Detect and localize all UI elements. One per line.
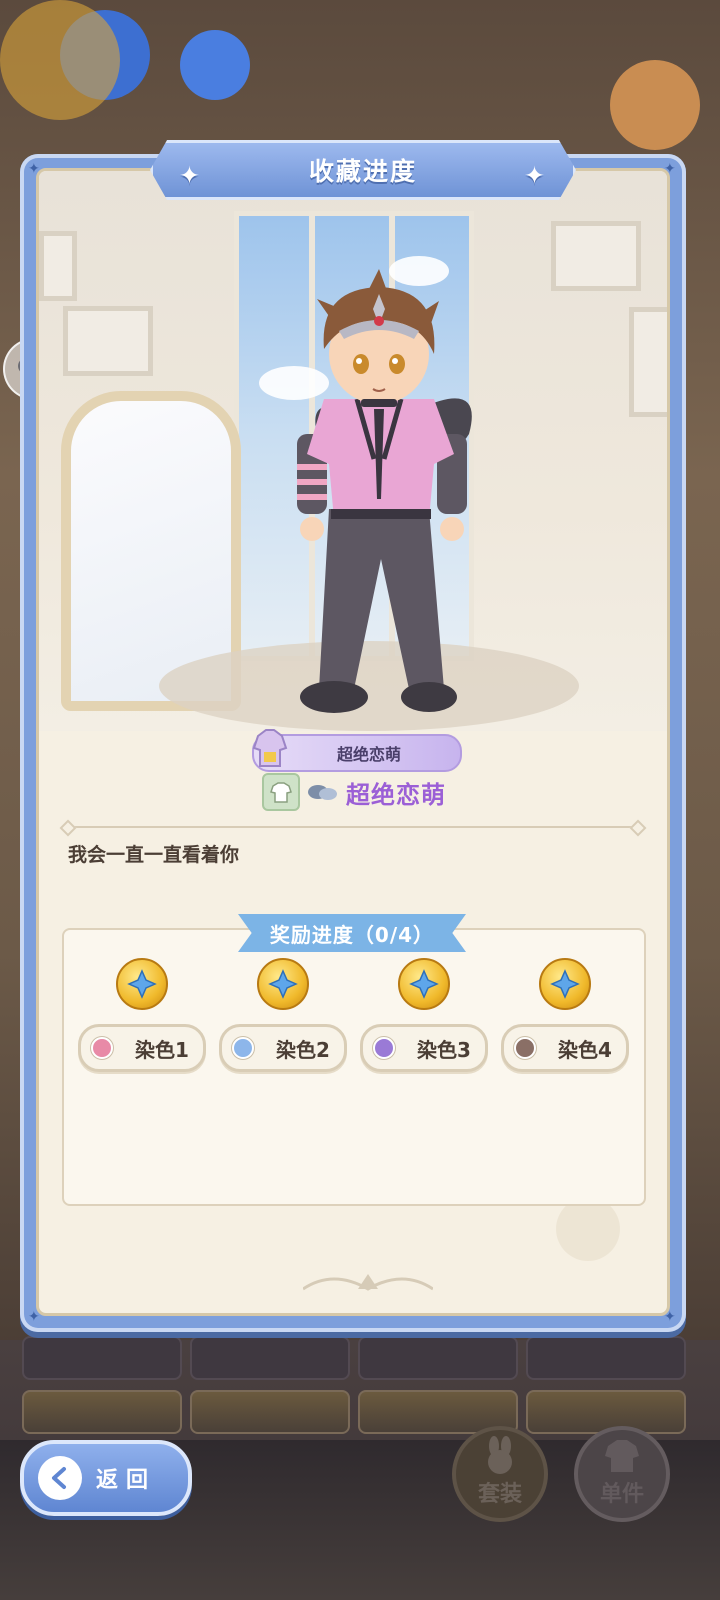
reward-item[interactable]: 染色1 xyxy=(78,958,206,1072)
back-button[interactable]: 返回 xyxy=(20,1440,192,1516)
ornament-decoration xyxy=(303,1274,433,1291)
star-coin-icon xyxy=(398,958,450,1010)
dye-color-swatch xyxy=(91,1037,113,1059)
sparkle-icon: ✦ xyxy=(524,161,547,190)
room-scene xyxy=(39,171,667,731)
star-coin-icon xyxy=(257,958,309,1010)
shirt-icon xyxy=(605,1440,639,1472)
background-card xyxy=(526,1336,686,1380)
background-card xyxy=(190,1336,350,1380)
picture-frame xyxy=(63,306,153,376)
title-banner: ✦ 收藏进度 ✦ xyxy=(150,140,576,200)
star-coin-icon xyxy=(539,958,591,1010)
character-avatar xyxy=(297,269,472,713)
reward-item[interactable]: 染色4 xyxy=(501,958,629,1072)
set-row: 超绝恋萌 xyxy=(262,772,446,812)
dye-3-button[interactable]: 染色3 xyxy=(360,1024,488,1072)
dye-label: 染色3 xyxy=(417,1037,471,1062)
background-card xyxy=(526,1390,686,1434)
dye-color-swatch xyxy=(232,1037,254,1059)
background-card xyxy=(190,1390,350,1434)
star-coin-icon xyxy=(116,958,168,1010)
picture-frame xyxy=(629,307,667,417)
picture-frame xyxy=(551,221,641,291)
dye-label: 染色1 xyxy=(135,1037,189,1062)
back-arrow-icon xyxy=(38,1456,82,1500)
background-card xyxy=(22,1390,182,1434)
suit-label: 套装 xyxy=(477,1482,522,1507)
dye-label: 染色2 xyxy=(276,1037,330,1062)
bunny-icon xyxy=(488,1436,512,1474)
dye-1-button[interactable]: 染色1 xyxy=(78,1024,206,1072)
set-link-icon xyxy=(308,785,337,800)
reward-item[interactable]: 染色3 xyxy=(360,958,488,1072)
page-title: 收藏进度 xyxy=(308,157,417,186)
back-label: 返回 xyxy=(96,1468,157,1493)
shirt-item-icon xyxy=(252,729,288,767)
sparkle-icon: ✦ xyxy=(179,161,202,190)
dye-color-swatch xyxy=(514,1037,536,1059)
suit-tab-button[interactable]: 套装 xyxy=(452,1426,548,1522)
item-name-label: 超绝恋萌 xyxy=(336,745,401,764)
divider xyxy=(68,826,638,828)
bunny-mascot-decoration xyxy=(610,60,700,150)
dye-4-button[interactable]: 染色4 xyxy=(501,1024,629,1072)
set-clothes-icon xyxy=(262,773,300,811)
coin-decoration xyxy=(0,0,120,120)
background-card xyxy=(358,1336,518,1380)
picture-frame xyxy=(39,231,77,301)
dye-2-button[interactable]: 染色2 xyxy=(219,1024,347,1072)
single-item-tab-button[interactable]: 单件 xyxy=(574,1426,670,1522)
set-name: 超绝恋萌 xyxy=(346,780,446,809)
background-card xyxy=(22,1336,182,1380)
flower-decoration xyxy=(180,30,250,100)
reward-progress-tab: 奖励进度（0/4） xyxy=(238,914,466,952)
reward-item[interactable]: 染色2 xyxy=(219,958,347,1072)
dye-label: 染色4 xyxy=(558,1037,612,1062)
item-description: 我会一直一直看着你 xyxy=(68,844,240,866)
dye-color-swatch xyxy=(373,1037,395,1059)
reward-progress-title: 奖励进度（0/4） xyxy=(269,922,435,947)
single-label: 单件 xyxy=(599,1482,644,1507)
